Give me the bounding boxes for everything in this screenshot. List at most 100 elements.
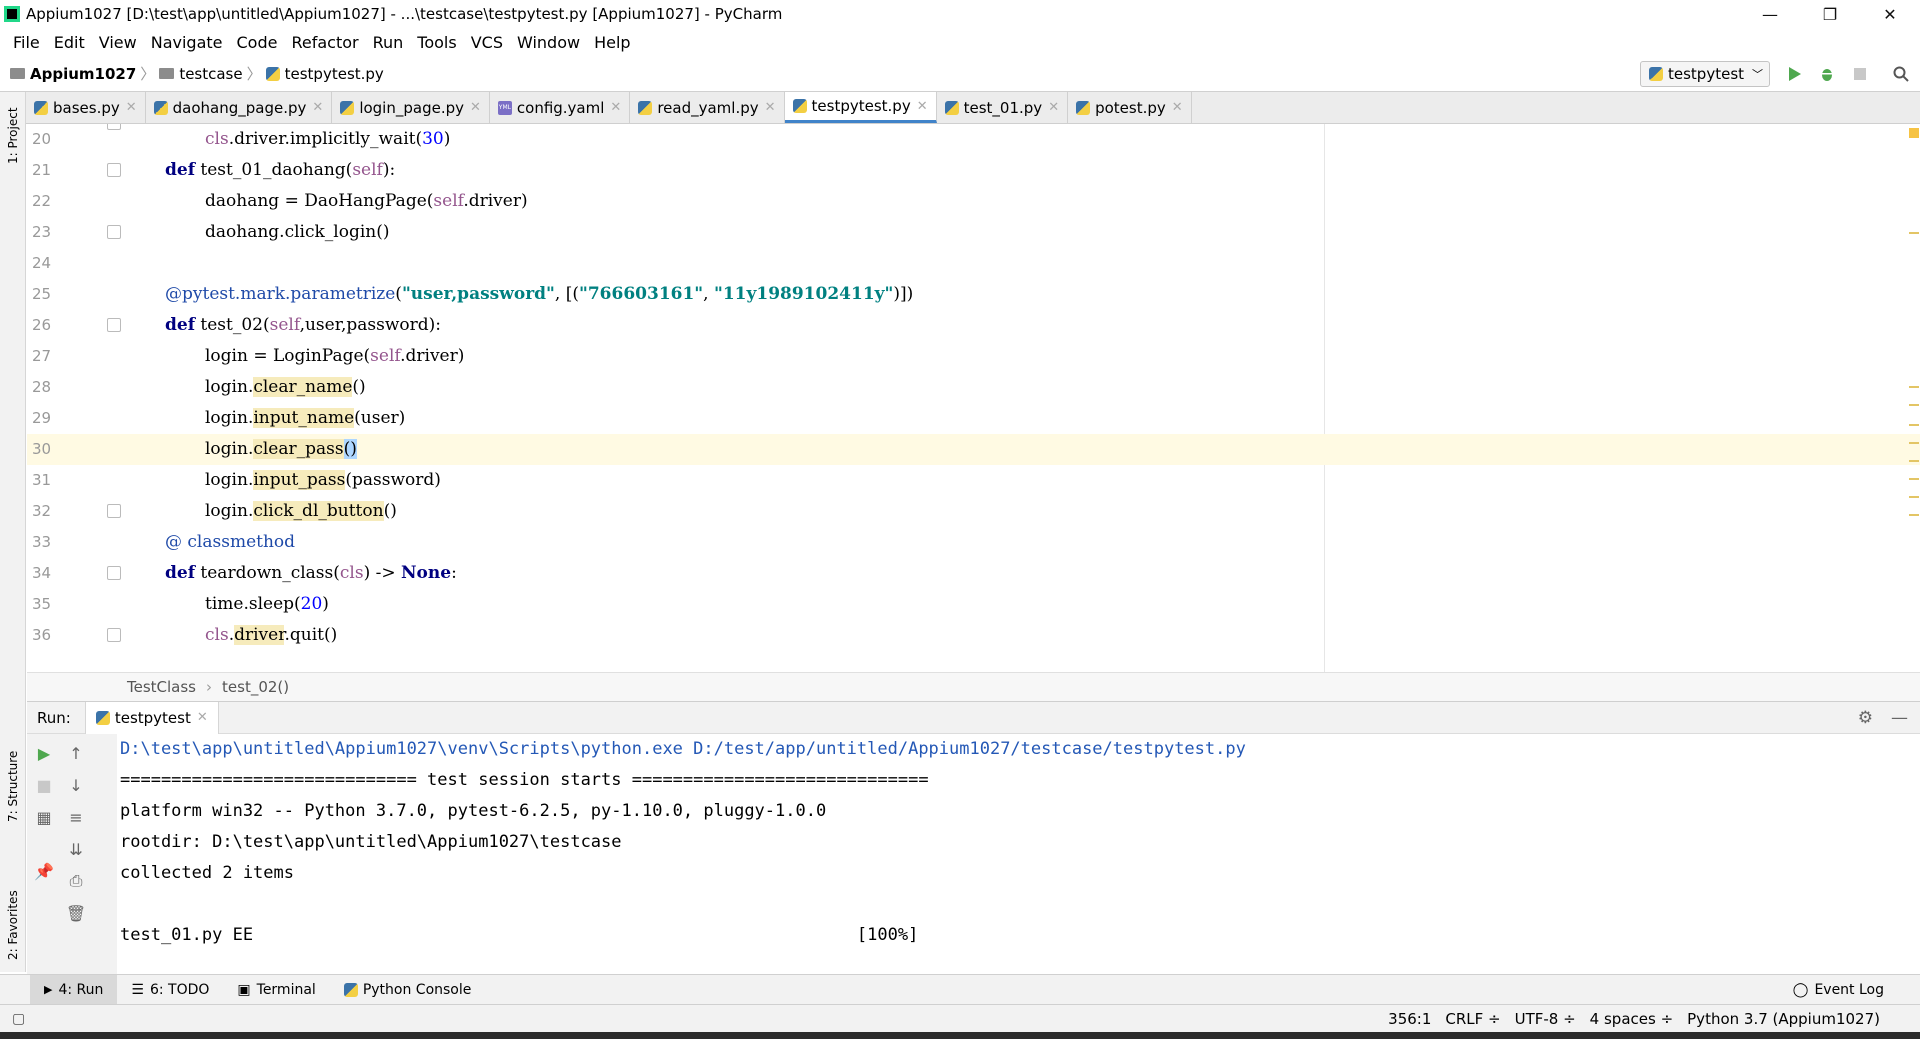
soft-wrap-icon[interactable]: ≡ <box>65 806 87 828</box>
menu-file[interactable]: File <box>6 33 47 52</box>
menu-view[interactable]: View <box>92 33 144 52</box>
scroll-marker <box>1909 442 1919 444</box>
tab-label: bases.py <box>53 98 120 117</box>
run-console[interactable]: D:\test\app\untitled\Appium1027\venv\Scr… <box>117 734 1907 974</box>
line-number: 30 <box>32 440 52 458</box>
fold-marker-icon[interactable] <box>107 318 121 332</box>
close-icon[interactable]: ✕ <box>126 100 137 115</box>
editor-scroll-markers[interactable] <box>1907 124 1920 672</box>
fold-marker-icon[interactable] <box>107 163 121 177</box>
line-number: 20 <box>32 130 52 148</box>
todo-tool-button[interactable]: ☰ 6: TODO <box>117 975 223 1005</box>
fold-marker-icon[interactable] <box>107 225 121 239</box>
fold-marker-icon[interactable] <box>107 504 121 518</box>
menu-vcs[interactable]: VCS <box>464 33 510 52</box>
python-icon <box>1076 100 1091 115</box>
window-title: Appium1027 [D:\test\app\untitled\Appium1… <box>26 5 783 23</box>
nav-project[interactable]: Appium1027 〉 <box>10 63 159 84</box>
run-toolbar: ▶ ■ ▦ 📌 ↑ ↓ ≡ ⇊ ⎙ 🗑 <box>27 734 117 974</box>
code-line: 36 cls.driver.quit() <box>27 620 1920 651</box>
close-icon[interactable]: ✕ <box>765 100 776 115</box>
python-icon <box>153 100 168 115</box>
tab-daohang-page[interactable]: daohang_page.py ✕ <box>146 92 333 123</box>
run-tool-button[interactable]: ▶ 4: Run <box>30 974 118 1005</box>
file-encoding[interactable]: UTF-8 ÷ <box>1515 1010 1576 1028</box>
favorites-tool-button[interactable]: 2: Favorites <box>6 890 20 960</box>
python-console-tool-label: Python Console <box>362 981 472 998</box>
code-line: 35 time.sleep(20) <box>27 589 1920 620</box>
close-button[interactable]: ✕ <box>1860 0 1920 28</box>
line-number: 34 <box>32 564 52 582</box>
menu-run[interactable]: Run <box>366 33 411 52</box>
close-icon[interactable]: ✕ <box>197 710 208 725</box>
print-icon[interactable]: ⎙ <box>65 870 87 892</box>
close-icon[interactable]: ✕ <box>470 100 481 115</box>
terminal-tool-button[interactable]: ▣ Terminal <box>223 975 329 1005</box>
close-icon[interactable]: ✕ <box>312 100 323 115</box>
tab-testpytest[interactable]: testpytest.py ✕ <box>784 92 937 123</box>
indent-setting[interactable]: 4 spaces ÷ <box>1590 1010 1673 1028</box>
python-console-tool-button[interactable]: Python Console <box>330 975 486 1005</box>
line-separator[interactable]: CRLF ÷ <box>1445 1010 1500 1028</box>
nav-file[interactable]: testpytest.py <box>265 65 384 83</box>
pin-icon[interactable]: 📌 <box>33 860 55 882</box>
line-number: 26 <box>32 316 52 334</box>
line-number: 36 <box>32 626 52 644</box>
menu-refactor[interactable]: Refactor <box>284 33 365 52</box>
structure-tool-button[interactable]: 7: Structure <box>6 751 20 822</box>
console-line: platform win32 -- Python 3.7.0, pytest-6… <box>120 801 827 821</box>
tab-read-yaml[interactable]: read_yaml.py ✕ <box>630 92 785 123</box>
tool-windows-toggle-icon[interactable]: ▢ <box>12 1011 25 1027</box>
event-log-tool-button[interactable]: ◯ Event Log <box>1779 975 1898 1005</box>
scroll-marker <box>1909 386 1919 388</box>
code-editor[interactable]: 20 cls.driver.implicitly_wait(30) 21 def t… <box>27 124 1920 672</box>
restore-button[interactable]: ❐ <box>1800 0 1860 28</box>
python-icon <box>944 100 959 115</box>
menu-navigate[interactable]: Navigate <box>144 33 230 52</box>
fold-marker-icon[interactable] <box>107 124 121 130</box>
arrow-up-icon[interactable]: ↑ <box>65 742 87 764</box>
search-button[interactable] <box>1890 63 1912 85</box>
breadcrumb-method[interactable]: test_02() <box>222 678 289 696</box>
todo-tool-label: 6: TODO <box>149 981 210 998</box>
scroll-to-end-icon[interactable]: ⇊ <box>65 838 87 860</box>
run-tab-testpytest[interactable]: testpytest ✕ <box>84 701 219 734</box>
menu-edit[interactable]: Edit <box>47 33 92 52</box>
gear-icon[interactable]: ⚙ <box>1858 708 1873 728</box>
breadcrumb-class[interactable]: TestClass <box>127 678 196 696</box>
tab-login-page[interactable]: login_page.py ✕ <box>332 92 490 123</box>
layout-icon[interactable]: ▦ <box>33 806 55 828</box>
project-tool-button[interactable]: 1: Project <box>6 107 20 164</box>
close-icon[interactable]: ✕ <box>1048 100 1059 115</box>
tab-potest[interactable]: potest.py ✕ <box>1068 92 1192 123</box>
scroll-marker <box>1909 460 1919 462</box>
menu-help[interactable]: Help <box>587 33 637 52</box>
close-icon[interactable]: ✕ <box>1172 100 1183 115</box>
tab-bases[interactable]: bases.py ✕ <box>26 92 146 123</box>
fold-marker-icon[interactable] <box>107 566 121 580</box>
menu-window[interactable]: Window <box>510 33 587 52</box>
nav-folder[interactable]: testcase 〉 <box>159 63 265 84</box>
stop-icon[interactable]: ■ <box>33 774 55 796</box>
fold-marker-icon[interactable] <box>107 628 121 642</box>
caret-position[interactable]: 356:1 <box>1388 1010 1431 1028</box>
menu-code[interactable]: Code <box>230 33 285 52</box>
python-interpreter[interactable]: Python 3.7 (Appium1027) <box>1687 1010 1880 1028</box>
close-icon[interactable]: ✕ <box>917 99 928 114</box>
run-button[interactable] <box>1784 63 1806 85</box>
tab-config-yaml[interactable]: YML config.yaml ✕ <box>490 92 631 123</box>
arrow-down-icon[interactable]: ↓ <box>65 774 87 796</box>
console-line: test_01.py EE [100%] <box>120 925 919 945</box>
run-configuration-select[interactable]: testpytest ﹀ <box>1640 61 1770 87</box>
rerun-icon[interactable]: ▶ <box>33 742 55 764</box>
hide-panel-icon[interactable]: — <box>1891 708 1908 728</box>
menu-tools[interactable]: Tools <box>410 33 463 52</box>
trash-icon[interactable]: 🗑 <box>65 902 87 924</box>
minimize-button[interactable]: — <box>1740 0 1800 28</box>
tab-test-01[interactable]: test_01.py ✕ <box>937 92 1069 123</box>
close-icon[interactable]: ✕ <box>610 100 621 115</box>
run-tab-label: testpytest <box>114 708 191 727</box>
event-log-label: Event Log <box>1814 981 1884 998</box>
stop-button[interactable] <box>1849 63 1871 85</box>
debug-button[interactable] <box>1816 63 1838 85</box>
